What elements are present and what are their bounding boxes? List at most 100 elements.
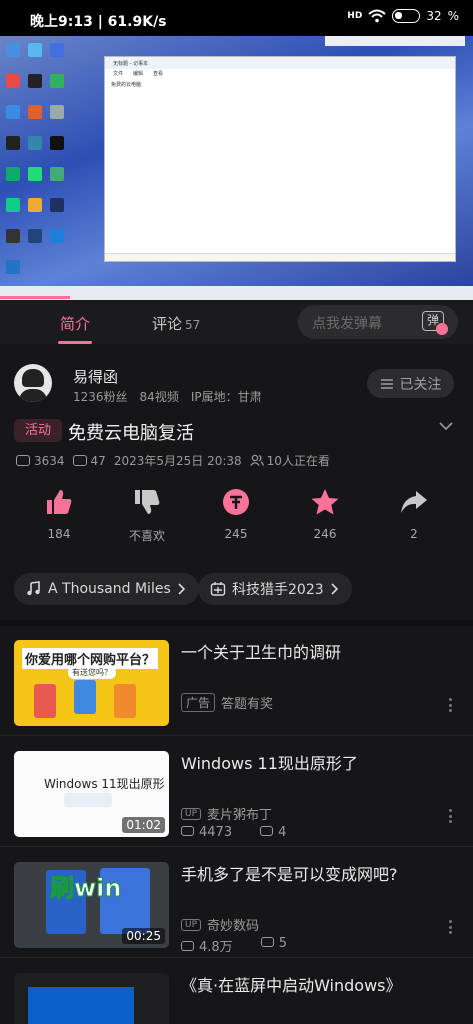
signal-icon: HD (347, 11, 363, 21)
video-duration: 00:25 (122, 928, 165, 944)
tab-active-indicator (58, 341, 92, 344)
watching-now: 10人正在看 (249, 452, 330, 469)
notepad-menu: 文件 编辑 查看 (105, 69, 455, 79)
chevron-down-icon[interactable] (438, 418, 454, 434)
fans-count: 1236粉丝 (73, 390, 128, 404)
favorite-button[interactable]: 246 (285, 486, 365, 541)
rec-title: Windows 11现出原形了 (181, 754, 358, 773)
thumbnail-text: 刷win (49, 874, 122, 903)
danmaku-toggle-button[interactable]: 弹 (410, 305, 458, 339)
action-bar: 184 不喜欢 245 246 2 (0, 486, 473, 546)
share-count: 2 (410, 527, 418, 541)
thumbnail-text: Windows 11现出原形 (44, 777, 165, 791)
favorite-count: 246 (313, 527, 337, 541)
coin-count: 245 (224, 527, 248, 541)
rec-title: 手机多了是不是可以变成网吧? (181, 865, 398, 884)
danmaku-count-value: 47 (90, 453, 106, 468)
rec-title: 《真·在蓝屏中启动Windows》 (181, 976, 402, 995)
more-icon[interactable] (449, 920, 453, 934)
desktop-icons (2, 40, 72, 288)
battery-level: 32 (426, 9, 442, 23)
rec-author-name: 奇妙数码 (207, 919, 260, 934)
thumbnail-subtext: 有送您吗？ (68, 666, 116, 679)
like-count: 184 (47, 527, 71, 541)
ip-location: IP属地：甘肃 (190, 390, 262, 404)
play-count: 4473 (181, 825, 232, 840)
danmaku-count-value: 5 (278, 936, 287, 951)
like-button[interactable]: 184 (19, 486, 99, 541)
star-icon (311, 489, 339, 515)
more-icon[interactable] (449, 809, 453, 823)
chevron-right-icon (331, 583, 338, 595)
status-time: 晚上9:13 | 61.9K/s (30, 14, 167, 30)
list-item[interactable]: 你爱用哪个网购平台？ 有送您吗？ 一个关于卫生巾的调研 广告 答题有奖 (0, 626, 473, 736)
rec-author-name: 答题有奖 (221, 697, 274, 712)
tab-comments-label: 评论 (152, 315, 183, 333)
uploader-stats: 1236粉丝 84视频 IP属地：甘肃 (73, 388, 262, 405)
follow-button[interactable]: 已关注 (367, 369, 454, 398)
thumbs-down-icon (135, 490, 160, 514)
ad-badge: 广告 (181, 693, 216, 712)
video-thumbnail[interactable] (14, 973, 169, 1024)
notepad-statusbar (105, 253, 455, 261)
tab-intro[interactable]: 简介 (60, 313, 90, 334)
avatar[interactable] (14, 364, 52, 402)
list-item[interactable]: 刷win 00:25 手机多了是不是可以变成网吧? UP 奇妙数码 4.8万 5 (0, 848, 473, 958)
uploader-name[interactable]: 易得函 (73, 366, 118, 387)
menu-icon (380, 378, 393, 389)
event-icon (210, 582, 226, 596)
music-title: A Thousand Miles (48, 581, 171, 597)
comments-count: 57 (185, 318, 201, 332)
rec-author: UP 麦片粥布丁 (181, 804, 272, 823)
windows-taskbar (0, 286, 473, 300)
tab-comments[interactable]: 评论 57 (152, 313, 200, 334)
video-player[interactable]: 无标题 - 记事本 文件 编辑 查看 免费的云电脑 (0, 36, 473, 300)
people-icon (249, 454, 264, 466)
rec-stats: 4473 4 (181, 825, 286, 840)
coin-icon (223, 489, 249, 515)
rec-author-name: 麦片粥布丁 (207, 808, 273, 823)
danmaku-input[interactable]: 点我发弹幕 (298, 305, 410, 339)
thumbs-up-icon (47, 490, 72, 514)
dislike-button[interactable]: 不喜欢 (107, 486, 187, 544)
up-badge: UP (181, 807, 202, 820)
video-duration: 01:02 (122, 817, 165, 833)
status-icons: HD 32% (347, 9, 459, 23)
percent-sign-icon: % (447, 9, 459, 23)
share-button[interactable]: 2 (374, 486, 454, 541)
play-icon (16, 454, 30, 466)
event-chip[interactable]: 科技猎手2023 (198, 573, 352, 605)
dislike-label: 不喜欢 (128, 529, 165, 543)
video-count: 84视频 (139, 390, 179, 404)
danmaku-count: 4 (260, 825, 286, 840)
chevron-right-icon (178, 583, 185, 595)
video-thumbnail[interactable]: 刷win 00:25 (14, 862, 169, 948)
danmaku-check-icon (436, 323, 448, 335)
list-item[interactable]: 《真·在蓝屏中启动Windows》 (0, 959, 473, 1024)
wifi-icon (368, 9, 386, 23)
danmaku-count-value: 4 (278, 825, 287, 840)
event-title: 科技猎手2023 (232, 582, 324, 598)
video-meta: 3634 47 2023年5月25日 20:38 10人正在看 (16, 452, 330, 469)
video-progress-bar[interactable] (0, 296, 70, 299)
list-item[interactable]: Windows 11现出原形 01:02 Windows 11现出原形了 UP 麦… (0, 737, 473, 847)
publish-date: 2023年5月25日 20:38 (113, 454, 242, 468)
play-count-value: 3634 (34, 453, 65, 468)
music-chip[interactable]: A Thousand Miles (14, 573, 199, 605)
coin-button[interactable]: 245 (196, 486, 276, 541)
notepad-menu-view: 查看 (153, 71, 164, 77)
more-icon[interactable] (449, 698, 453, 712)
activity-tag[interactable]: 活动 (14, 419, 62, 442)
battery-icon (392, 9, 421, 23)
rec-title: 一个关于卫生巾的调研 (181, 643, 342, 662)
tab-bar: 简介 评论 57 点我发弹幕 弹 (0, 300, 473, 344)
notepad-tab: 无标题 - 记事本 (105, 57, 455, 69)
danmaku-count-icon (72, 454, 87, 466)
play-count-value: 4.8万 (199, 940, 233, 955)
play-count: 4.8万 (181, 936, 233, 955)
video-thumbnail[interactable]: Windows 11现出原形 01:02 (14, 751, 169, 837)
video-thumbnail[interactable]: 你爱用哪个网购平台？ 有送您吗？ (14, 640, 169, 726)
rec-author: 广告 答题有奖 (181, 693, 273, 712)
rec-stats: 4.8万 5 (181, 936, 287, 955)
notepad-menu-file: 文件 (113, 71, 124, 77)
